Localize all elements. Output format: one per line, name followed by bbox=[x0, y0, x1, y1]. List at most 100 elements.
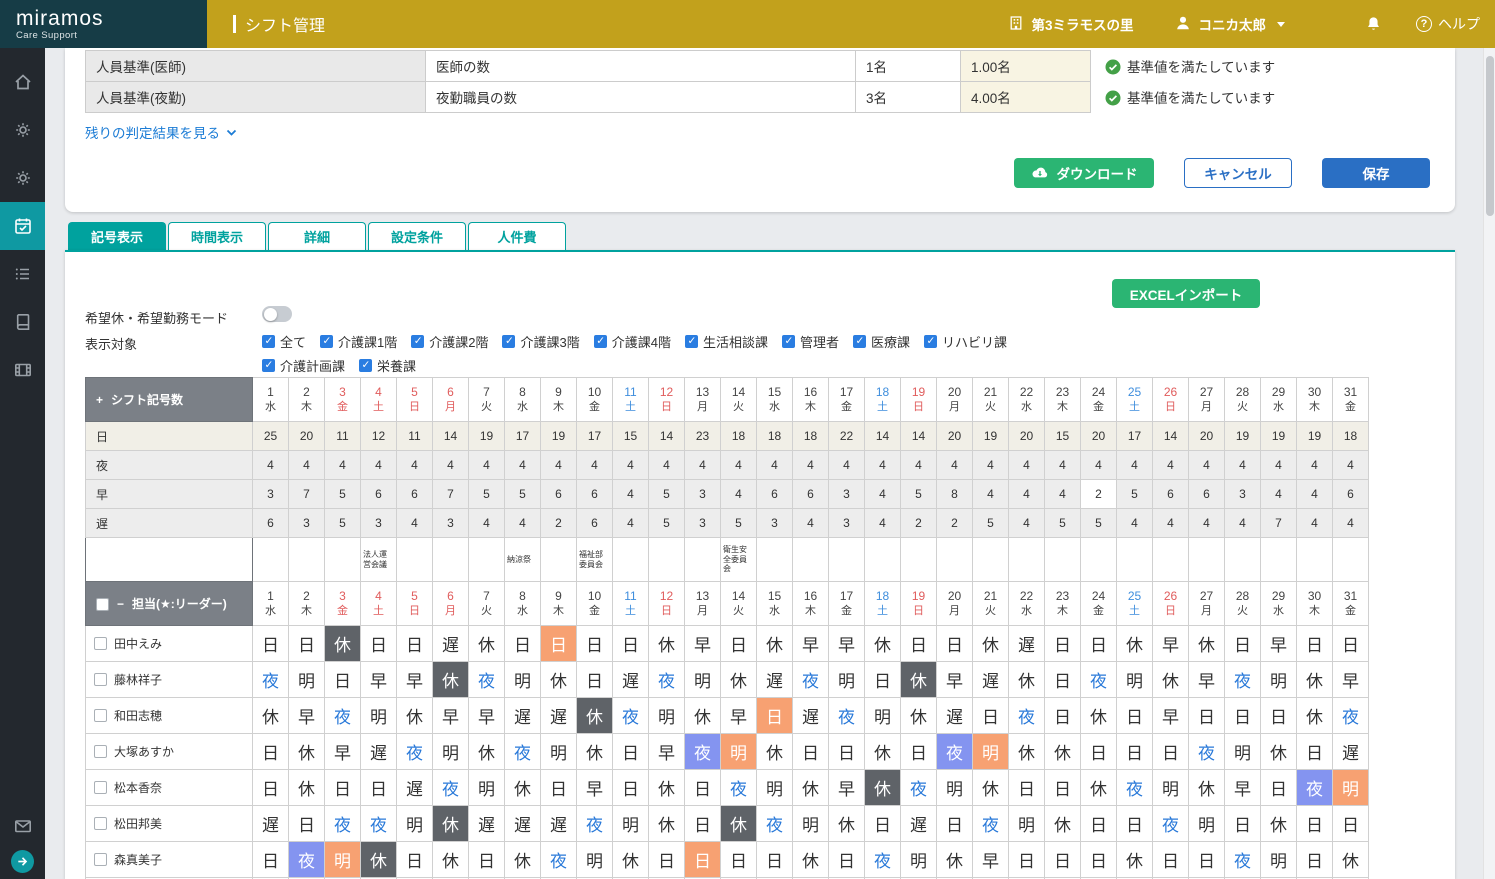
shift-cell[interactable]: 明 bbox=[541, 734, 577, 770]
shift-cell[interactable]: 休 bbox=[649, 806, 685, 842]
shift-cell[interactable]: 夜 bbox=[1117, 770, 1153, 806]
shift-cell[interactable]: 休 bbox=[253, 698, 289, 734]
shift-cell[interactable]: 日 bbox=[253, 770, 289, 806]
shift-cell[interactable]: 日 bbox=[1189, 698, 1225, 734]
shift-cell[interactable]: 日 bbox=[865, 806, 901, 842]
shift-cell[interactable]: 休 bbox=[1009, 662, 1045, 698]
memo-cell[interactable] bbox=[1189, 538, 1225, 582]
shift-cell[interactable]: 日 bbox=[1117, 698, 1153, 734]
memo-cell[interactable] bbox=[325, 538, 361, 582]
shift-cell[interactable]: 休 bbox=[685, 698, 721, 734]
shift-cell[interactable]: 休 bbox=[1261, 806, 1297, 842]
shift-cell[interactable]: 明 bbox=[361, 698, 397, 734]
shift-cell[interactable]: 休 bbox=[325, 626, 361, 662]
shift-cell[interactable]: 早 bbox=[577, 770, 613, 806]
sidebar-item-mail[interactable] bbox=[0, 816, 45, 836]
filter-item[interactable]: 全て bbox=[262, 332, 306, 351]
shift-cell[interactable]: 早 bbox=[973, 842, 1009, 878]
shift-cell[interactable]: 日 bbox=[973, 698, 1009, 734]
filter-item[interactable]: 医療課 bbox=[853, 332, 910, 351]
shift-cell[interactable]: 明 bbox=[397, 806, 433, 842]
shift-cell[interactable]: 早 bbox=[793, 626, 829, 662]
shift-cell[interactable]: 遅 bbox=[469, 806, 505, 842]
shift-cell[interactable]: 日 bbox=[1225, 626, 1261, 662]
sidebar-collapse-button[interactable] bbox=[11, 850, 34, 873]
user-menu[interactable]: コニカ太郎 bbox=[1174, 14, 1286, 35]
shift-cell[interactable]: 夜 bbox=[829, 698, 865, 734]
shift-cell[interactable]: 休 bbox=[973, 770, 1009, 806]
shift-cell[interactable]: 休 bbox=[613, 842, 649, 878]
shift-cell[interactable]: 明 bbox=[1225, 734, 1261, 770]
shift-cell[interactable]: 早 bbox=[1261, 626, 1297, 662]
shift-cell[interactable]: 休 bbox=[757, 626, 793, 662]
shift-cell[interactable]: 日 bbox=[1081, 806, 1117, 842]
shift-cell[interactable]: 日 bbox=[865, 662, 901, 698]
shift-cell[interactable]: 夜 bbox=[685, 734, 721, 770]
shift-cell[interactable]: 日 bbox=[361, 626, 397, 662]
shift-cell[interactable]: 日 bbox=[1225, 806, 1261, 842]
shift-cell[interactable]: 遅 bbox=[505, 806, 541, 842]
shift-cell[interactable]: 休 bbox=[505, 770, 541, 806]
shift-cell[interactable]: 早 bbox=[289, 698, 325, 734]
shift-cell[interactable]: 日 bbox=[1333, 806, 1369, 842]
select-all-checkbox[interactable] bbox=[96, 598, 109, 611]
shift-cell[interactable]: 日 bbox=[253, 626, 289, 662]
shift-cell[interactable]: 日 bbox=[541, 626, 577, 662]
shift-cell[interactable]: 休 bbox=[469, 626, 505, 662]
memo-cell[interactable] bbox=[865, 538, 901, 582]
tab-symbol-view[interactable]: 記号表示 bbox=[68, 222, 166, 250]
app-logo[interactable]: miramos Care Support bbox=[0, 0, 207, 48]
shift-cell[interactable]: 明 bbox=[721, 734, 757, 770]
shift-cell[interactable]: 休 bbox=[865, 734, 901, 770]
shift-cell[interactable]: 休 bbox=[469, 734, 505, 770]
shift-cell[interactable]: 日 bbox=[577, 662, 613, 698]
scrollbar-thumb[interactable] bbox=[1486, 56, 1494, 216]
shift-cell[interactable]: 夜 bbox=[433, 770, 469, 806]
shift-cell[interactable]: 日 bbox=[1009, 770, 1045, 806]
shift-cell[interactable]: 夜 bbox=[253, 662, 289, 698]
shift-cell[interactable]: 日 bbox=[937, 806, 973, 842]
shift-cell[interactable]: 日 bbox=[469, 842, 505, 878]
shift-cell[interactable]: 日 bbox=[1153, 842, 1189, 878]
shift-cell[interactable]: 早 bbox=[721, 698, 757, 734]
shift-cell[interactable]: 休 bbox=[1081, 770, 1117, 806]
shift-cell[interactable]: 日 bbox=[829, 842, 865, 878]
shift-cell[interactable]: 日 bbox=[901, 734, 937, 770]
shift-cell[interactable]: 明 bbox=[901, 842, 937, 878]
filter-item[interactable]: 介護計画課 bbox=[262, 356, 345, 375]
staff-checkbox[interactable] bbox=[94, 817, 107, 830]
shift-cell[interactable]: 明 bbox=[1261, 662, 1297, 698]
shift-cell[interactable]: 日 bbox=[937, 626, 973, 662]
shift-cell[interactable]: 遅 bbox=[793, 698, 829, 734]
shift-cell[interactable]: 休 bbox=[865, 770, 901, 806]
shift-cell[interactable]: 夜 bbox=[397, 734, 433, 770]
shift-cell[interactable]: 夜 bbox=[1153, 806, 1189, 842]
shift-cell[interactable]: 日 bbox=[253, 842, 289, 878]
shift-cell[interactable]: 日 bbox=[505, 626, 541, 662]
shift-cell[interactable]: 休 bbox=[433, 806, 469, 842]
memo-cell[interactable] bbox=[1117, 538, 1153, 582]
shift-cell[interactable]: 休 bbox=[577, 698, 613, 734]
shift-cell[interactable]: 休 bbox=[577, 734, 613, 770]
shift-cell[interactable]: 日 bbox=[649, 842, 685, 878]
shift-cell[interactable]: 明 bbox=[1117, 662, 1153, 698]
shift-cell[interactable]: 日 bbox=[577, 626, 613, 662]
memo-cell[interactable] bbox=[1225, 538, 1261, 582]
memo-cell[interactable] bbox=[649, 538, 685, 582]
shift-cell[interactable]: 日 bbox=[253, 734, 289, 770]
shift-cell[interactable]: 日 bbox=[397, 626, 433, 662]
staff-checkbox[interactable] bbox=[94, 853, 107, 866]
memo-cell[interactable] bbox=[1153, 538, 1189, 582]
shift-cell[interactable]: 日 bbox=[289, 806, 325, 842]
memo-cell[interactable] bbox=[541, 538, 577, 582]
shift-cell[interactable]: 日 bbox=[1261, 698, 1297, 734]
shift-cell[interactable]: 日 bbox=[1117, 734, 1153, 770]
shift-cell[interactable]: 夜 bbox=[1189, 734, 1225, 770]
shift-cell[interactable]: 夜 bbox=[577, 806, 613, 842]
shift-cell[interactable]: 日 bbox=[325, 662, 361, 698]
shift-cell[interactable]: 休 bbox=[433, 842, 469, 878]
shift-cell[interactable]: 休 bbox=[1045, 806, 1081, 842]
shift-cell[interactable]: 早 bbox=[1225, 770, 1261, 806]
shift-cell[interactable]: 明 bbox=[1009, 806, 1045, 842]
download-button[interactable]: ダウンロード bbox=[1014, 158, 1154, 188]
